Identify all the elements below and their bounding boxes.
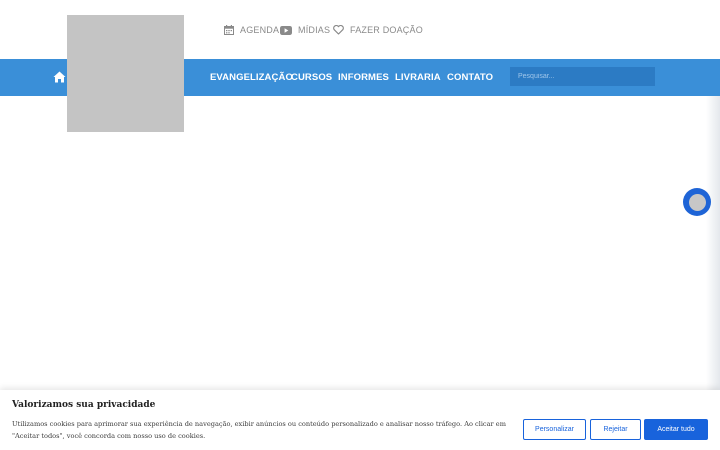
nav-item-cursos[interactable]: CURSOS	[291, 72, 332, 83]
home-icon	[53, 71, 66, 83]
heart-icon	[333, 25, 344, 35]
nav-item-evangelizacao[interactable]: EVANGELIZAÇÃO	[210, 72, 293, 83]
accessibility-icon	[688, 193, 706, 211]
nav-item-contato[interactable]: CONTATO	[447, 72, 493, 83]
youtube-icon	[280, 25, 292, 35]
cookie-description: Utilizamos cookies para aprimorar sua ex…	[12, 420, 506, 440]
accessibility-button[interactable]	[683, 188, 711, 216]
agenda-label: AGENDA	[240, 25, 280, 35]
reject-button[interactable]: Rejeitar	[590, 419, 641, 440]
donation-link[interactable]: FAZER DOAÇÃO	[333, 23, 423, 37]
edge-shade	[706, 96, 720, 390]
calendar-icon	[224, 25, 234, 35]
cookie-consent-banner: Valorizamos sua privacidade Utilizamos c…	[0, 390, 720, 450]
cookie-title: Valorizamos sua privacidade	[12, 400, 156, 410]
nav-item-livraria[interactable]: LIVRARIA	[395, 72, 441, 83]
midias-label: MÍDIAS	[298, 25, 331, 35]
nav-item-informes[interactable]: INFORMES	[338, 72, 389, 83]
agenda-link[interactable]: AGENDA	[224, 23, 279, 37]
donation-label: FAZER DOAÇÃO	[350, 25, 423, 35]
midias-link[interactable]: MÍDIAS	[280, 23, 330, 37]
accept-all-button[interactable]: Aceitar tudo	[644, 419, 708, 440]
site-logo[interactable]	[67, 15, 184, 132]
search-input[interactable]	[510, 67, 655, 86]
customize-button[interactable]: Personalizar	[523, 419, 586, 440]
